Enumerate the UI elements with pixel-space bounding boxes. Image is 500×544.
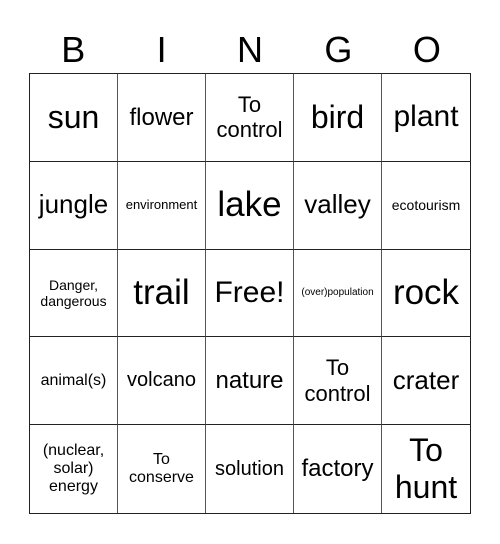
- bingo-cell: sun: [30, 74, 118, 162]
- bingo-cell: factory: [294, 425, 382, 513]
- bingo-cell: To hunt: [394, 432, 458, 506]
- bingo-cell: flower: [118, 74, 206, 162]
- bingo-cell: trail: [118, 249, 206, 338]
- bingo-cell: rock: [382, 250, 470, 338]
- bingo-cell free-space: Free!: [206, 249, 294, 338]
- bingo-cell: (over)population: [294, 249, 382, 338]
- bingo-cell: valley: [294, 161, 382, 250]
- bingo-cell: lake: [206, 161, 294, 250]
- bingo-cell: environment: [118, 161, 206, 250]
- bingo-cell: Danger, dangerous: [30, 249, 118, 338]
- bingo-header: B I N G O: [29, 30, 471, 70]
- header-letter-i: I: [156, 29, 167, 70]
- bingo-cell: crater: [382, 337, 470, 426]
- bingo-cell: solution: [206, 425, 294, 513]
- bingo-cell: nature: [206, 337, 294, 426]
- header-letter-b: B: [61, 29, 86, 70]
- bingo-cell: ecotourism: [382, 162, 470, 250]
- bingo-cell: animal(s): [30, 337, 118, 426]
- header-letter-o: O: [412, 29, 441, 70]
- bingo-cell: bird: [294, 74, 382, 162]
- bingo-cell: (nuclear, solar) energy: [30, 425, 118, 513]
- bingo-cell: To control: [206, 74, 294, 162]
- bingo-cell: jungle: [30, 161, 118, 250]
- header-letter-g: G: [324, 29, 353, 70]
- header-letter-n: N: [237, 29, 264, 70]
- bingo-cell: volcano: [118, 337, 206, 426]
- bingo-cell: plant: [382, 74, 470, 162]
- bingo-cell: To control: [294, 337, 382, 426]
- bingo-grid: sun flower To control bird plant jungle …: [29, 73, 471, 514]
- bingo-cell: To conserve: [118, 425, 206, 513]
